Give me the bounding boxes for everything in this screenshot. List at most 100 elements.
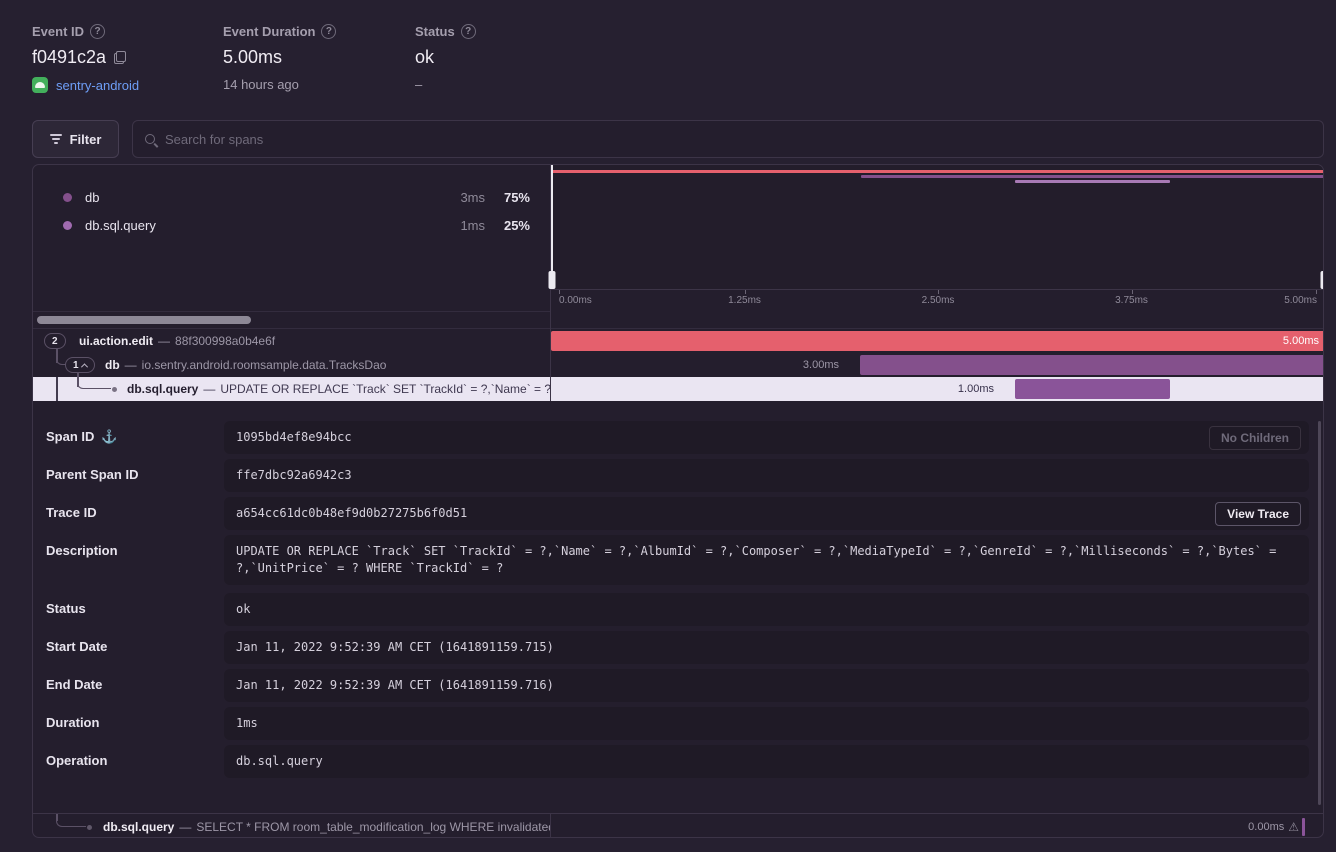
span-desc: 88f300998a0b4e6f <box>175 334 275 348</box>
anchor-icon[interactable]: ⚓ <box>101 429 117 445</box>
event-duration-label: Event Duration <box>223 24 315 39</box>
detail-value: Jan 11, 2022 9:52:39 AM CET (1641891159.… <box>224 631 1309 664</box>
spans-toolbar: Filter <box>32 120 1324 158</box>
detail-label: Start Date <box>46 639 107 654</box>
detail-label: Operation <box>46 753 107 768</box>
span-search-box <box>132 120 1324 158</box>
axis-label: 2.50ms <box>922 295 955 306</box>
help-icon[interactable]: ? <box>321 24 336 39</box>
op-color-dot <box>63 221 72 230</box>
detail-row-duration: Duration 1ms <box>46 707 1309 740</box>
axis-label: 1.25ms <box>728 295 761 306</box>
project-link[interactable]: sentry-android <box>56 78 139 93</box>
detail-value: a654cc61dc0b48ef9d0b27275b6f0d51 View Tr… <box>224 497 1309 530</box>
time-axis: 0.00ms 1.25ms 2.50ms 3.75ms 5.00ms <box>551 289 1324 311</box>
minimap-bar-ui-action-edit <box>551 170 1324 173</box>
event-id-block: Event ID ? f0491c2a sentry-android <box>32 24 139 93</box>
span-duration: 5.00ms <box>1283 335 1319 347</box>
detail-row-trace-id: Trace ID a654cc61dc0b48ef9d0b27275b6f0d5… <box>46 497 1309 530</box>
detail-label: Span ID <box>46 429 94 444</box>
detail-value: db.sql.query <box>224 745 1309 778</box>
copy-icon[interactable] <box>114 51 126 64</box>
detail-label: Parent Span ID <box>46 467 138 482</box>
legend-op-name: db.sql.query <box>85 218 435 233</box>
android-project-icon <box>32 77 48 93</box>
op-legend: db 3ms 75% db.sql.query 1ms 25% <box>33 165 550 311</box>
help-icon[interactable]: ? <box>461 24 476 39</box>
detail-row-parent-span-id: Parent Span ID ffe7dbc92a6942c3 <box>46 459 1309 492</box>
detail-value: ok <box>224 593 1309 626</box>
vertical-scrollbar-thumb[interactable] <box>1318 421 1321 805</box>
chevron-up-icon <box>81 363 88 370</box>
status-value: ok <box>415 47 434 68</box>
span-search-input[interactable] <box>165 132 1311 147</box>
trace-view-panel: db 3ms 75% db.sql.query 1ms 25% 0.00ms 1… <box>32 164 1324 838</box>
axis-label: 3.75ms <box>1115 295 1148 306</box>
event-id-label-text: Event ID <box>32 24 84 39</box>
column-divider <box>550 814 551 838</box>
span-op: db <box>105 358 120 372</box>
span-row-db-sql-query-selected[interactable]: db.sql.query — UPDATE OR REPLACE `Track`… <box>33 377 1324 401</box>
detail-value: 1ms <box>224 707 1309 740</box>
legend-op-duration: 1ms <box>435 218 485 233</box>
filter-icon <box>50 134 62 144</box>
span-bar <box>860 355 1324 375</box>
status-label: Status <box>415 24 455 39</box>
detail-label: Duration <box>46 715 99 730</box>
detail-row-start-date: Start Date Jan 11, 2022 9:52:39 AM CET (… <box>46 631 1309 664</box>
legend-op-percent: 75% <box>485 190 530 205</box>
detail-row-end-date: End Date Jan 11, 2022 9:52:39 AM CET (16… <box>46 669 1309 702</box>
detail-row-span-id: Span ID ⚓ 1095bd4ef8e94bcc No Children <box>46 421 1309 454</box>
detail-row-description: Description UPDATE OR REPLACE `Track` SE… <box>46 535 1309 585</box>
span-duration: 0.00ms <box>1248 814 1284 838</box>
detail-value: UPDATE OR REPLACE `Track` SET `TrackId` … <box>224 535 1309 585</box>
help-icon[interactable]: ? <box>90 24 105 39</box>
legend-item-db[interactable]: db 3ms 75% <box>63 188 530 206</box>
filter-button-label: Filter <box>70 132 102 147</box>
axis-label: 0.00ms <box>559 295 592 306</box>
horizontal-scrollbar-thumb[interactable] <box>37 316 251 324</box>
span-row-ui-action-edit[interactable]: 2 ui.action.edit — 88f300998a0b4e6f 5.00… <box>33 329 1324 353</box>
span-duration: 3.00ms <box>743 353 839 377</box>
span-bar: 5.00ms <box>551 331 1324 351</box>
legend-op-name: db <box>85 190 435 205</box>
search-icon <box>145 134 155 144</box>
detail-label: Description <box>46 543 118 558</box>
horizontal-scrollbar-track <box>33 311 550 329</box>
minimap-right-handle[interactable] <box>1323 165 1324 289</box>
event-id-value: f0491c2a <box>32 47 106 68</box>
filter-button[interactable]: Filter <box>32 120 119 158</box>
span-detail-panel: Span ID ⚓ 1095bd4ef8e94bcc No Children P… <box>33 401 1324 813</box>
span-desc: UPDATE OR REPLACE `Track` SET `TrackId` … <box>220 382 550 396</box>
event-duration-block: Event Duration ? 5.00ms 14 hours ago <box>223 24 336 92</box>
span-bar <box>1302 818 1305 836</box>
no-children-button[interactable]: No Children <box>1209 426 1301 450</box>
span-row-db-sql-query-select[interactable]: db.sql.query — SELECT * FROM room_table_… <box>33 813 1324 838</box>
span-op: ui.action.edit <box>79 334 153 348</box>
span-op: db.sql.query <box>127 382 198 396</box>
detail-value: Jan 11, 2022 9:52:39 AM CET (1641891159.… <box>224 669 1309 702</box>
minimap-bar-db <box>861 175 1324 178</box>
span-bar <box>1015 379 1170 399</box>
legend-item-db-sql-query[interactable]: db.sql.query 1ms 25% <box>63 216 530 234</box>
minimap-left-handle[interactable] <box>551 165 553 289</box>
view-trace-button[interactable]: View Trace <box>1215 502 1301 526</box>
span-duration: 1.00ms <box>898 377 994 401</box>
event-id-label: Event ID ? <box>32 24 139 39</box>
status-block: Status ? ok – <box>415 24 476 92</box>
legend-op-duration: 3ms <box>435 190 485 205</box>
span-op: db.sql.query <box>103 820 174 834</box>
event-duration-value: 5.00ms <box>223 47 282 68</box>
children-count-pill[interactable]: 1 <box>65 357 95 373</box>
span-row-db[interactable]: 1 db — io.sentry.android.roomsample.data… <box>33 353 1324 377</box>
detail-row-operation: Operation db.sql.query <box>46 745 1309 778</box>
axis-label: 5.00ms <box>1284 295 1317 306</box>
minimap-bar-db-sql-query <box>1015 180 1170 183</box>
op-color-dot <box>63 193 72 202</box>
children-count-pill[interactable]: 2 <box>44 333 66 349</box>
legend-op-percent: 25% <box>485 218 530 233</box>
span-tree: 2 ui.action.edit — 88f300998a0b4e6f 5.00… <box>33 329 1324 401</box>
span-desc: io.sentry.android.roomsample.data.Tracks… <box>142 358 387 372</box>
span-desc: SELECT * FROM room_table_modification_lo… <box>196 820 550 834</box>
trace-minimap[interactable] <box>551 165 1324 289</box>
